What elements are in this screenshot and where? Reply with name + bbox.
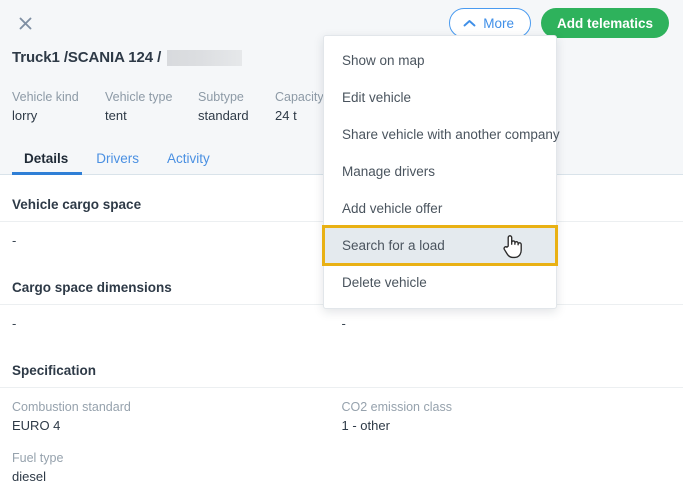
menu-item-label: Search for a load (342, 238, 445, 253)
specification-row-1: Combustion standard EURO 4 CO2 emission … (0, 388, 683, 435)
redacted-value (167, 49, 243, 66)
tab-details[interactable]: Details (12, 151, 83, 175)
meta-label: Vehicle kind (12, 90, 79, 104)
field-label: Fuel type (12, 451, 64, 465)
field-value: diesel (12, 469, 46, 484)
cargo-dimensions-row: - - (0, 305, 683, 333)
vehicle-meta-row: Vehicle kind lorry Vehicle type tent Sub… (12, 88, 365, 125)
menu-item-share-vehicle[interactable]: Share vehicle with another company (324, 116, 560, 153)
meta-subtype: Subtype standard (198, 88, 275, 125)
cargo-dimensions-cell-right: - (342, 315, 672, 333)
menu-item-edit-vehicle[interactable]: Edit vehicle (324, 79, 556, 116)
chevron-up-icon (463, 19, 476, 28)
menu-item-show-on-map[interactable]: Show on map (324, 42, 556, 79)
menu-item-add-vehicle-offer[interactable]: Add vehicle offer (324, 190, 556, 227)
add-telematics-button[interactable]: Add telematics (540, 8, 669, 38)
tab-activity[interactable]: Activity (153, 151, 224, 174)
more-button-label: More (483, 15, 514, 31)
field-co2-emission-class: CO2 emission class 1 - other (342, 398, 672, 435)
field-label: CO2 emission class (341, 400, 452, 414)
more-dropdown-menu: Show on map Edit vehicle Share vehicle w… (322, 35, 560, 309)
close-icon (19, 17, 32, 30)
tab-bar: Details Drivers Activity (12, 151, 224, 175)
tab-drivers[interactable]: Drivers (82, 151, 153, 174)
specification-row-2: Fuel type diesel (0, 435, 683, 486)
cargo-dimensions-value-right: - (341, 316, 346, 331)
pointer-hand-cursor-icon (502, 233, 524, 259)
field-value: EURO 4 (12, 418, 61, 433)
meta-value: standard (198, 108, 249, 123)
close-button[interactable] (12, 10, 38, 36)
more-button[interactable]: More (449, 8, 531, 38)
page-title-text: Truck1 /SCANIA 124 / (12, 49, 162, 66)
section-title-other: Other (0, 486, 683, 500)
meta-label: Vehicle type (105, 90, 173, 104)
meta-vehicle-kind: Vehicle kind lorry (12, 88, 105, 125)
header-actions: More Add telematics (449, 8, 669, 38)
menu-item-delete-vehicle[interactable]: Delete vehicle (324, 264, 556, 301)
cargo-dimensions-cell-left: - (12, 315, 342, 333)
field-label: Combustion standard (12, 400, 131, 414)
cargo-space-value: - (12, 233, 17, 248)
menu-item-search-for-a-load[interactable]: Search for a load (322, 225, 558, 266)
meta-label: Subtype (198, 90, 244, 104)
meta-vehicle-type: Vehicle type tent (105, 88, 198, 125)
menu-item-manage-drivers[interactable]: Manage drivers (324, 153, 556, 190)
field-value: 1 - other (341, 418, 390, 433)
meta-value: lorry (12, 108, 38, 123)
cargo-dimensions-value-left: - (12, 316, 17, 331)
field-fuel-type: Fuel type diesel (12, 449, 352, 486)
section-title-specification: Specification (0, 341, 683, 388)
page-title: Truck1 /SCANIA 124 / (12, 49, 243, 66)
cargo-space-cell: - (12, 232, 352, 250)
meta-value: tent (105, 108, 127, 123)
field-combustion-standard: Combustion standard EURO 4 (12, 398, 342, 435)
